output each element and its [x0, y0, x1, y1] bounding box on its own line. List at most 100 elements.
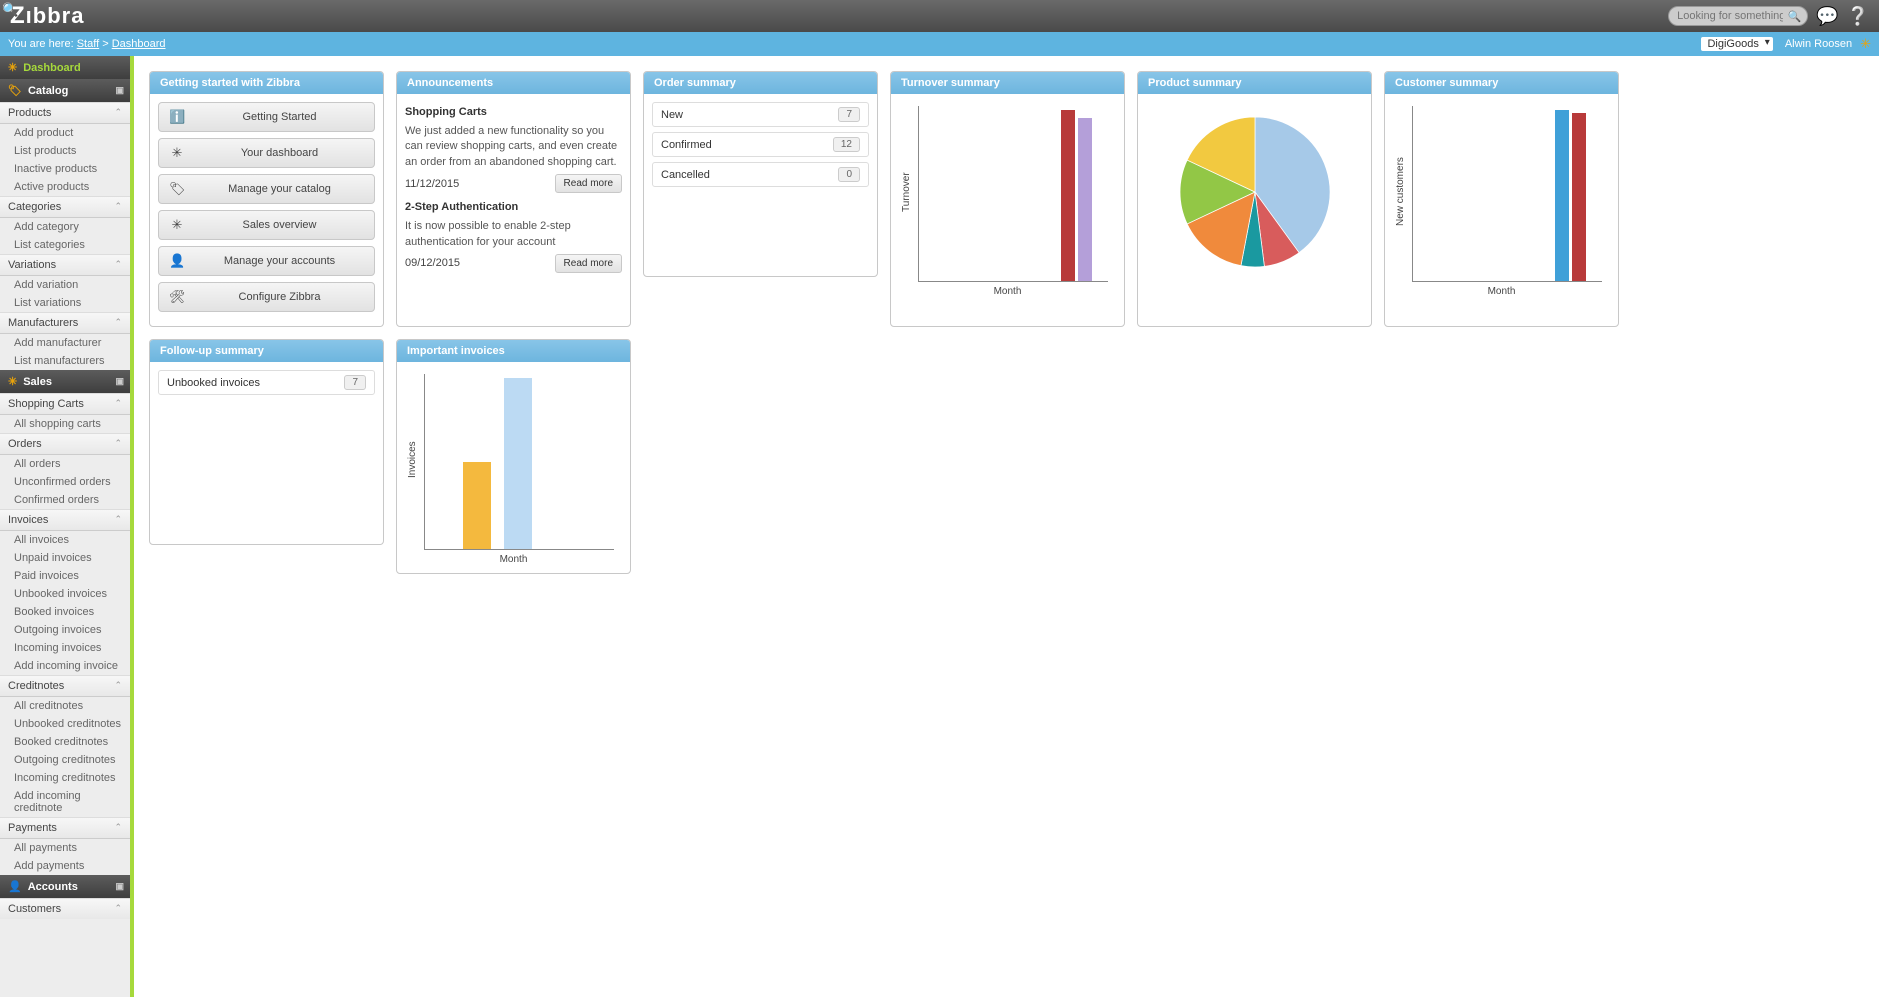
- sidebar-item[interactable]: List products: [0, 142, 130, 160]
- sidebar-item[interactable]: Unconfirmed orders: [0, 473, 130, 491]
- sidebar-item[interactable]: Add category: [0, 218, 130, 236]
- search-icon[interactable]: 🔍: [1787, 10, 1801, 23]
- gs-button[interactable]: ✳ Sales overview: [158, 210, 375, 240]
- nav-dashboard[interactable]: ✳ Dashboard: [0, 56, 130, 79]
- sidebar-item[interactable]: Outgoing invoices: [0, 621, 130, 639]
- user-name[interactable]: Alwin Roosen: [1785, 38, 1852, 50]
- nav-group-products[interactable]: Products: [0, 102, 130, 124]
- chat-icon[interactable]: 💬: [1816, 6, 1838, 27]
- search-box[interactable]: 🔍: [1668, 6, 1808, 26]
- gs-button[interactable]: ℹ️Getting Started: [158, 102, 375, 132]
- nav-sales[interactable]: ✳ Sales ▣: [0, 370, 130, 393]
- widget-title: Getting started with Zibbra: [150, 72, 383, 94]
- sidebar-item[interactable]: Outgoing creditnotes: [0, 751, 130, 769]
- sidebar-item[interactable]: Add variation: [0, 276, 130, 294]
- summary-value: 0: [838, 167, 860, 182]
- company-dropdown[interactable]: DigiGoods: [1701, 37, 1772, 51]
- sidebar-item[interactable]: Unpaid invoices: [0, 549, 130, 567]
- topbar: Zıbbra 🔍 💬 ❔: [0, 0, 1879, 32]
- sidebar-item[interactable]: Paid invoices: [0, 567, 130, 585]
- sidebar-item[interactable]: All creditnotes: [0, 697, 130, 715]
- sidebar-item[interactable]: List manufacturers: [0, 352, 130, 370]
- summary-row[interactable]: New7: [652, 102, 869, 127]
- search-input[interactable]: [1677, 10, 1783, 22]
- gear-icon: ✳: [8, 375, 17, 388]
- nav-group-payments[interactable]: Payments: [0, 817, 130, 839]
- nav-group-orders[interactable]: Orders: [0, 433, 130, 455]
- nav-group-customers[interactable]: Customers: [0, 898, 130, 919]
- sidebar-item[interactable]: Add manufacturer: [0, 334, 130, 352]
- y-axis-label: New customers: [1393, 102, 1408, 282]
- nav-group-shopping-carts[interactable]: Shopping Carts: [0, 393, 130, 415]
- widget-order-summary: Order summary New7Confirmed12Cancelled0: [643, 71, 878, 277]
- sidebar-item[interactable]: Inactive products: [0, 160, 130, 178]
- nav-group-categories[interactable]: Categories: [0, 196, 130, 218]
- gs-button[interactable]: 👤Manage your accounts: [158, 246, 375, 276]
- gs-label: Sales overview: [195, 219, 364, 231]
- summary-row[interactable]: Unbooked invoices7: [158, 370, 375, 395]
- sidebar-item[interactable]: List categories: [0, 236, 130, 254]
- gear-icon[interactable]: ✳: [1860, 36, 1871, 52]
- widget-announcements: Announcements Shopping CartsWe just adde…: [396, 71, 631, 327]
- gs-button[interactable]: 🛠Configure Zibbra: [158, 282, 375, 312]
- sidebar-item[interactable]: Active products: [0, 178, 130, 196]
- x-axis-label: Month: [405, 550, 622, 565]
- turnover-chart: [918, 106, 1108, 282]
- sidebar-item[interactable]: Incoming creditnotes: [0, 769, 130, 787]
- read-more-button[interactable]: Read more: [555, 254, 622, 273]
- gs-icon: ✳: [169, 217, 185, 233]
- summary-label: Cancelled: [661, 169, 710, 181]
- gs-icon: 👤: [169, 253, 185, 269]
- sidebar-item[interactable]: All payments: [0, 839, 130, 857]
- summary-row[interactable]: Cancelled 0: [652, 162, 869, 187]
- breadcrumb-bar: You are here: Staff > Dashboard DigiGood…: [0, 32, 1879, 56]
- help-icon[interactable]: ❔: [1847, 6, 1869, 27]
- nav-catalog[interactable]: 🏷 Catalog ▣: [0, 79, 130, 102]
- sidebar-item[interactable]: All invoices: [0, 531, 130, 549]
- sidebar-item[interactable]: Add incoming invoice: [0, 657, 130, 675]
- sidebar-item[interactable]: Unbooked invoices: [0, 585, 130, 603]
- announcement-date: 11/12/2015: [405, 178, 459, 190]
- nav-group-manufacturers[interactable]: Manufacturers: [0, 312, 130, 334]
- y-axis-label: Turnover: [899, 102, 914, 282]
- invoices-chart: [424, 374, 614, 550]
- announcement-title: 2-Step Authentication: [405, 201, 622, 213]
- gs-button[interactable]: ✳Your dashboard: [158, 138, 375, 168]
- nav-accounts[interactable]: 👤 Accounts ▣: [0, 875, 130, 898]
- sidebar-item[interactable]: Add product: [0, 124, 130, 142]
- sidebar-item[interactable]: Booked invoices: [0, 603, 130, 621]
- gs-icon: ✳: [169, 145, 185, 161]
- sidebar-item[interactable]: Incoming invoices: [0, 639, 130, 657]
- widget-title: Important invoices: [397, 340, 630, 362]
- sidebar-item[interactable]: Add payments: [0, 857, 130, 875]
- widget-title: Turnover summary: [891, 72, 1124, 94]
- gear-icon: ✳: [8, 61, 17, 74]
- sidebar-item[interactable]: Add incoming creditnote: [0, 787, 130, 817]
- breadcrumb-dashboard[interactable]: Dashboard: [112, 38, 166, 50]
- y-axis-label: Invoices: [405, 370, 420, 550]
- gs-button[interactable]: 🏷Manage your catalog: [158, 174, 375, 204]
- customer-chart: [1412, 106, 1602, 282]
- logo[interactable]: Zıbbra: [10, 2, 84, 30]
- nav-group-creditnotes[interactable]: Creditnotes: [0, 675, 130, 697]
- nav-group-variations[interactable]: Variations: [0, 254, 130, 276]
- announcement-text: We just added a new functionality so you…: [405, 124, 622, 170]
- sidebar-item[interactable]: All orders: [0, 455, 130, 473]
- widget-title: Announcements: [397, 72, 630, 94]
- nav-group-invoices[interactable]: Invoices: [0, 509, 130, 531]
- collapse-icon: ▣: [115, 376, 124, 387]
- announcement-text: It is now possible to enable 2-step auth…: [405, 219, 622, 250]
- widget-product-summary: Product summary 🔍: [1137, 71, 1372, 327]
- sidebar-item[interactable]: All shopping carts: [0, 415, 130, 433]
- sidebar-item[interactable]: Confirmed orders: [0, 491, 130, 509]
- breadcrumb-staff[interactable]: Staff: [77, 38, 99, 50]
- sidebar-item[interactable]: Booked creditnotes: [0, 733, 130, 751]
- sidebar-item[interactable]: Unbooked creditnotes: [0, 715, 130, 733]
- widget-title: Customer summary: [1385, 72, 1618, 94]
- gs-label: Configure Zibbra: [195, 291, 364, 303]
- summary-value: 7: [838, 107, 860, 122]
- summary-row[interactable]: Confirmed12: [652, 132, 869, 157]
- read-more-button[interactable]: Read more: [555, 174, 622, 193]
- sidebar-item[interactable]: List variations: [0, 294, 130, 312]
- tag-icon: 🏷: [8, 84, 22, 97]
